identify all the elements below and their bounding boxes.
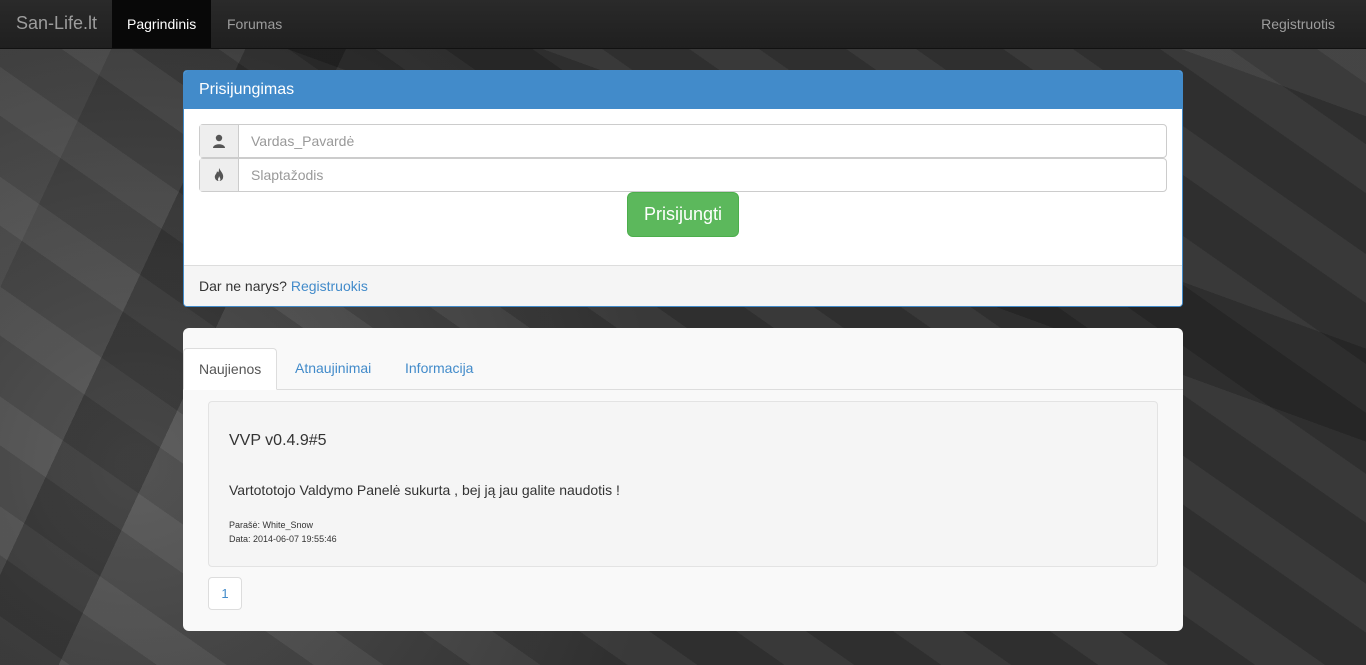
password-input-group xyxy=(199,158,1167,192)
user-icon xyxy=(200,125,239,157)
nav-item-register[interactable]: Registruotis xyxy=(1246,0,1350,48)
username-input[interactable] xyxy=(239,125,1166,157)
news-post: VVP v0.4.9#5 Vartototojo Valdymo Panelė … xyxy=(208,401,1158,567)
news-post-author: Parašė: White_Snow xyxy=(229,520,314,530)
fire-icon xyxy=(200,159,239,191)
brand-link[interactable]: San-Life.lt xyxy=(16,13,97,34)
login-panel-title: Prisijungimas xyxy=(184,71,1182,109)
tab-naujienos[interactable]: Naujienos xyxy=(183,348,278,390)
password-input[interactable] xyxy=(239,159,1166,191)
footer-text: Dar ne narys? xyxy=(199,278,287,294)
news-post-body: Vartototojo Valdymo Panelė sukurta , bej… xyxy=(229,482,620,498)
login-panel: Prisijungimas Prisijungti Dar ne narys? … xyxy=(183,70,1183,307)
news-tabs: Naujienos Atnaujinimai Informacija xyxy=(183,348,1183,390)
news-panel: Naujienos Atnaujinimai Informacija VVP v… xyxy=(183,328,1183,631)
register-link[interactable]: Registruokis xyxy=(291,278,368,294)
login-panel-footer: Dar ne narys? Registruokis xyxy=(184,265,1182,306)
pagination-page-1[interactable]: 1 xyxy=(208,577,242,610)
login-button[interactable]: Prisijungti xyxy=(627,192,739,237)
username-input-group xyxy=(199,124,1167,158)
news-post-title: VVP v0.4.9#5 xyxy=(229,432,327,449)
tab-informacija[interactable]: Informacija xyxy=(390,348,488,390)
nav-item-home[interactable]: Pagrindinis xyxy=(112,0,212,48)
tab-atnaujinimai[interactable]: Atnaujinimai xyxy=(280,348,386,390)
top-navbar: San-Life.lt Pagrindinis Forumas Registru… xyxy=(0,0,1366,49)
nav-item-forum[interactable]: Forumas xyxy=(212,0,297,48)
news-post-date: Data: 2014-06-07 19:55:46 xyxy=(229,534,337,544)
